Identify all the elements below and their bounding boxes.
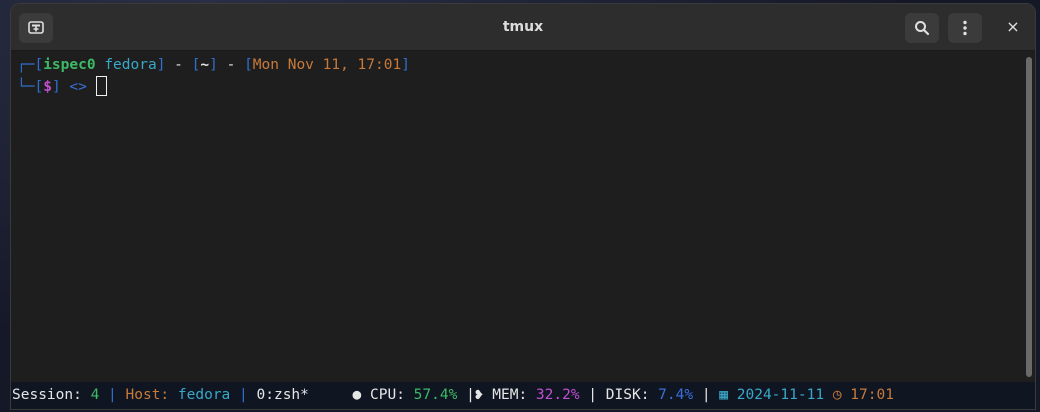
prompt-separator: - <box>165 57 192 73</box>
status-divider: | <box>466 387 475 403</box>
disk-label: DISK: <box>605 387 659 403</box>
host-value: fedora <box>177 387 231 403</box>
prompt-cwd: ~ <box>200 57 210 73</box>
mem-value: 32.2% <box>535 387 580 403</box>
bracket-close: ] <box>51 79 61 95</box>
bracket-open: [ <box>34 79 44 95</box>
text-cursor <box>95 76 107 96</box>
status-divider: | <box>230 387 257 403</box>
prompt-line-1: ┌─[ispec0 fedora] - [~] - [Mon Nov 11, 1… <box>17 54 410 76</box>
prompt-user: ispec0 <box>43 57 96 73</box>
bracket-open: [ <box>34 57 44 73</box>
session-label: Session: <box>12 387 91 403</box>
bracket-open: [ <box>244 57 253 73</box>
cpu-icon: ● <box>352 387 362 403</box>
memory-icon: ❥ <box>474 387 484 403</box>
prompt-corner: └─ <box>17 79 35 95</box>
bracket-close: ] <box>401 57 410 73</box>
clock-icon: ◷ <box>832 387 842 403</box>
bracket-close: ] <box>209 57 218 73</box>
close-button[interactable]: × <box>1003 17 1023 37</box>
prompt-symbol: $ <box>43 79 52 95</box>
status-time: 17:01 <box>850 387 894 403</box>
titlebar: tmux × <box>11 4 1035 51</box>
prompt-host: fedora <box>104 57 157 73</box>
session-value: 4 <box>90 387 100 403</box>
prompt-corner: ┌─ <box>17 57 35 73</box>
host-label: Host: <box>125 387 178 403</box>
status-divider: | <box>99 387 126 403</box>
mem-label: MEM: <box>483 387 536 403</box>
cpu-label: CPU: <box>361 387 414 403</box>
tmux-status-bar: Session: 4 | Host: fedora | 0:zsh* ● CPU… <box>11 382 1035 409</box>
window-title: tmux <box>502 19 544 35</box>
status-divider: | <box>579 387 606 403</box>
disk-value: 7.4% <box>658 387 694 403</box>
prompt-line-2: └─[$] <> <box>17 76 107 98</box>
scrollbar[interactable] <box>1026 57 1032 377</box>
prompt-arrows: <> <box>69 79 87 95</box>
status-divider: | <box>693 387 720 403</box>
close-icon: × <box>1006 17 1020 36</box>
kebab-menu-icon <box>963 20 967 36</box>
status-date: 2024-11-11 <box>736 387 825 403</box>
menu-button[interactable] <box>948 13 982 43</box>
search-button[interactable] <box>905 13 939 43</box>
search-icon <box>915 21 930 36</box>
cpu-value: 57.4% <box>413 387 458 403</box>
terminal-window: tmux × ┌─[ispec0 fedora] - [~] - [Mon No… <box>10 3 1036 410</box>
window-list[interactable]: 0:zsh* <box>257 387 309 403</box>
prompt-datetime: Mon Nov 11, 17:01 <box>252 57 402 73</box>
prompt-separator: - <box>217 57 245 73</box>
calendar-icon: ▦ <box>719 387 729 403</box>
terminal-area[interactable]: ┌─[ispec0 fedora] - [~] - [Mon Nov 11, 1… <box>11 52 1035 409</box>
